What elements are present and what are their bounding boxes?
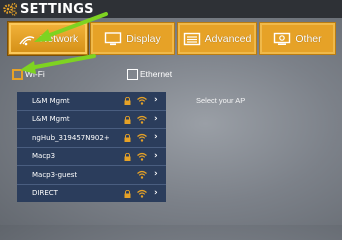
chevron-right-icon: › (154, 187, 158, 198)
ap-list-item[interactable]: ngHub_319457N902+ › (17, 129, 166, 148)
wifi-signal-icon (137, 152, 147, 161)
ap-list-item[interactable]: L&M Mgmt › (17, 111, 166, 129)
ethernet-label: Ethernet (140, 69, 173, 79)
lock-icon (124, 189, 131, 198)
wifi-label: Wi-Fi (25, 69, 45, 79)
wifi-signal-icon (137, 189, 147, 198)
ethernet-checkbox[interactable] (127, 68, 138, 80)
wifi-option[interactable]: Wi-Fi (12, 67, 45, 81)
ap-list-item[interactable]: L&M Mgmt › (17, 92, 166, 111)
lock-icon (124, 97, 131, 105)
other-icon (274, 32, 291, 45)
display-icon (105, 31, 122, 45)
wifi-signal-icon (137, 170, 147, 179)
chevron-right-icon: › (154, 169, 158, 179)
ap-list-item[interactable]: Macp3-guest › (17, 166, 166, 185)
page-title: SETTINGS (20, 1, 94, 17)
advanced-icon (183, 32, 200, 45)
ap-list-item[interactable]: Macp3 › (17, 148, 166, 166)
chevron-right-icon: › (154, 150, 158, 161)
ap-list: L&M Mgmt › L&M Mgmt › ngHub_319457N902+ … (17, 92, 166, 202)
ap-list-item[interactable]: DIRECT › (17, 185, 166, 203)
lock-icon (124, 152, 131, 161)
settings-tabs: Network Display Advanced Other (8, 22, 336, 55)
wifi-signal-icon (137, 133, 147, 142)
wifi-signal-icon (137, 96, 147, 105)
chevron-right-icon: › (154, 95, 158, 105)
ethernet-option[interactable]: Ethernet (127, 67, 172, 81)
title-bar: SETTINGS (0, 0, 342, 18)
lock-icon (124, 115, 131, 124)
select-ap-hint: Select your AP (196, 96, 246, 105)
tab-network[interactable]: Network (8, 22, 88, 55)
tab-advanced-label: Advanced (204, 32, 252, 45)
tab-other-label: Other (295, 32, 322, 45)
lock-icon (124, 134, 131, 142)
chevron-right-icon: › (154, 132, 158, 142)
wifi-signal-icon (137, 115, 147, 124)
tab-display-label: Display (126, 32, 161, 45)
tab-display[interactable]: Display (90, 22, 175, 55)
network-icon (19, 35, 35, 45)
gears-icon (3, 2, 17, 16)
tab-other[interactable]: Other (259, 22, 336, 55)
chevron-right-icon: › (154, 113, 158, 124)
wifi-checkbox[interactable] (12, 68, 23, 80)
tab-advanced[interactable]: Advanced (177, 22, 257, 55)
tab-network-label: Network (39, 32, 79, 45)
